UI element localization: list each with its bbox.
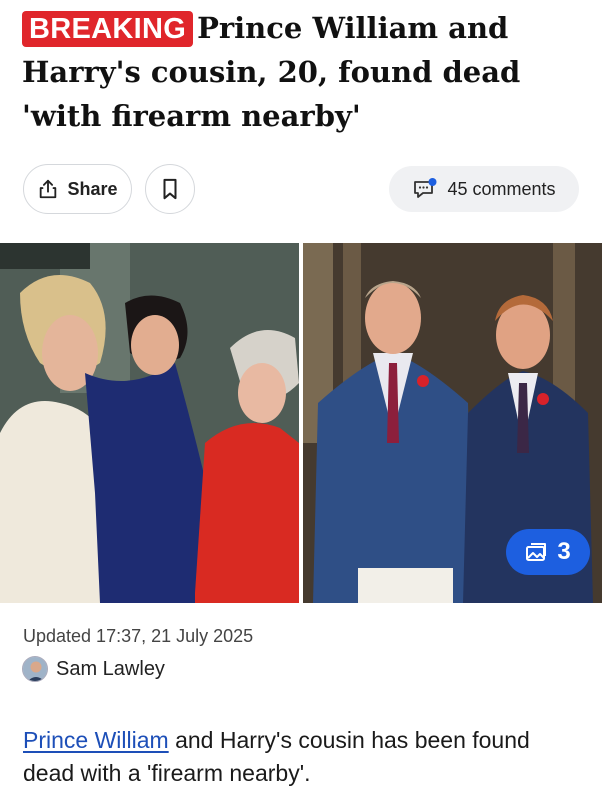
share-label: Share [67,178,118,199]
updated-timestamp: Updated 17:37, 21 July 2025 [23,626,254,646]
prince-william-link[interactable]: Prince William [23,727,169,753]
bookmark-button[interactable] [145,164,195,214]
comments-button[interactable]: 45 comments [389,166,579,212]
bookmark-icon [160,178,180,200]
article-lede: Prince William and Harry's cousin has be… [23,724,583,790]
gallery-count-badge[interactable]: 3 [506,529,590,575]
article-headline: BREAKING Prince William and Harry's cousi… [22,6,582,138]
gallery-count: 3 [557,538,571,565]
image-gallery-icon [525,541,549,563]
share-icon [37,178,59,200]
author-name[interactable]: Sam Lawley [56,658,165,681]
article-image-gallery[interactable]: 3 [0,243,602,603]
comment-icon [412,177,438,201]
archive-photo[interactable] [0,243,299,603]
comments-count: 45 comments [447,178,556,199]
author-byline[interactable]: Sam Lawley [22,656,165,682]
princes-photo[interactable]: 3 [303,243,602,603]
breaking-badge: BREAKING [22,11,194,47]
author-avatar [22,656,48,682]
share-button[interactable]: Share [23,164,132,214]
